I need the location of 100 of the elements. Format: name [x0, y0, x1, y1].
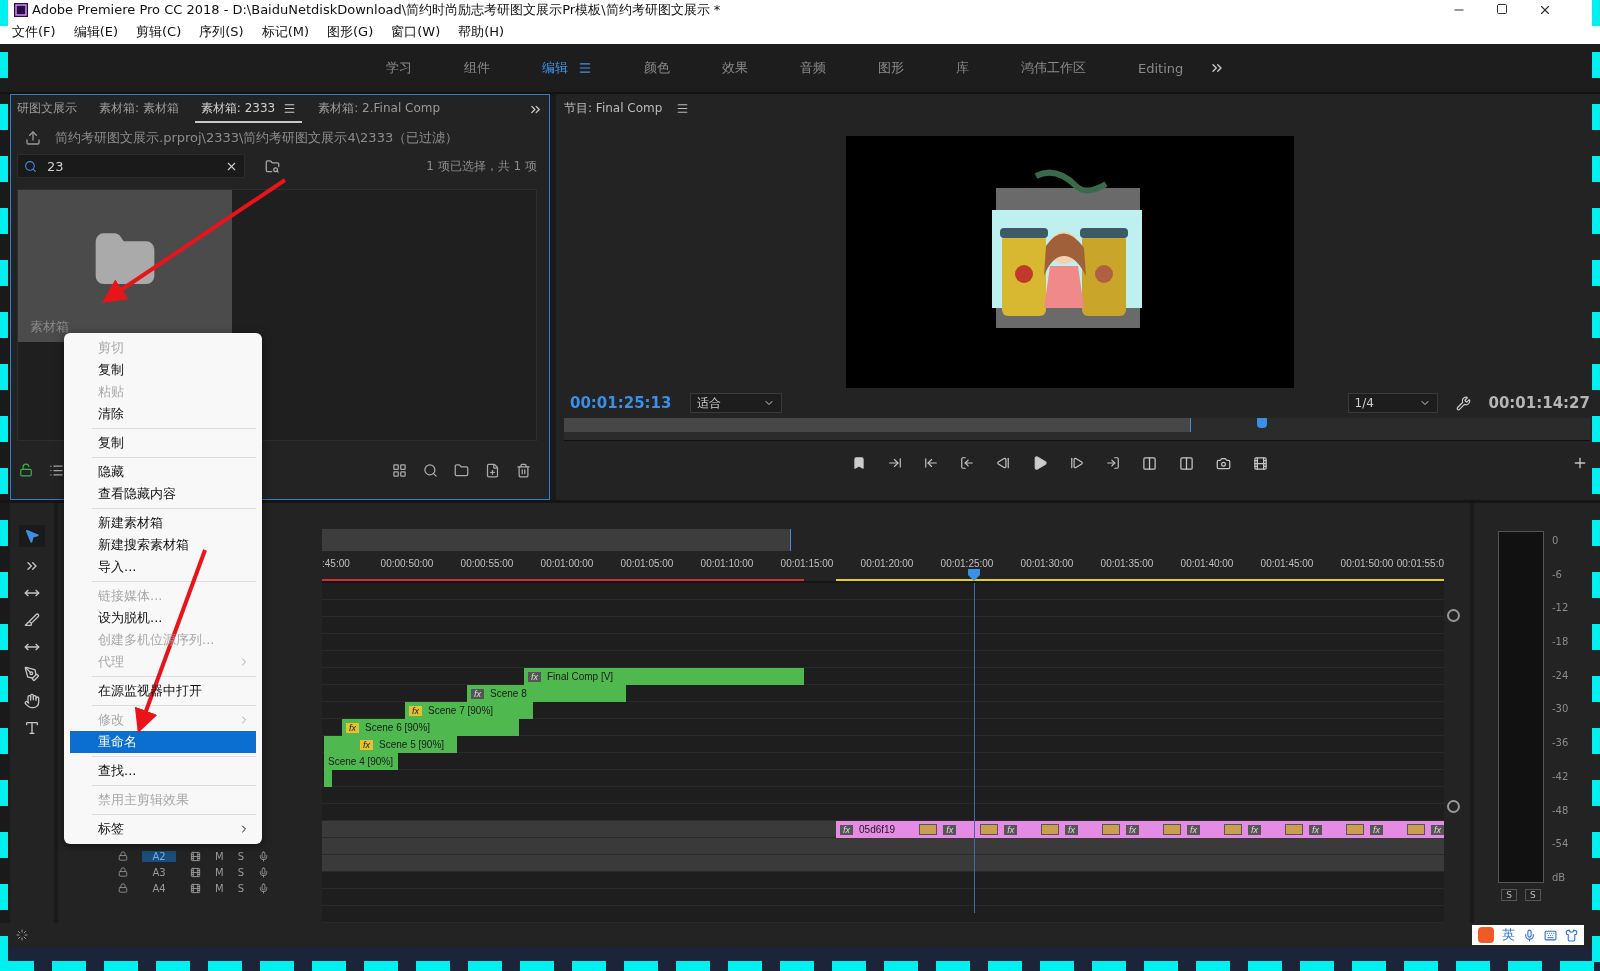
menu-item[interactable]: 编辑(E)	[73, 23, 118, 41]
workspace-tab[interactable]: 组件	[438, 59, 516, 77]
list-view-icon[interactable]	[49, 462, 64, 478]
menu-item[interactable]: 隐藏	[70, 461, 256, 483]
search-icon[interactable]	[423, 462, 438, 478]
camera-icon[interactable]	[1216, 455, 1231, 471]
new-bin-icon[interactable]	[454, 462, 469, 478]
mic-icon[interactable]	[1523, 928, 1536, 942]
menu-item[interactable]: 图形(G)	[327, 23, 374, 41]
solo-toggle[interactable]: S	[237, 882, 244, 894]
go-to-in-icon[interactable]	[960, 456, 974, 470]
sync-icon[interactable]	[190, 850, 201, 862]
resolution-dropdown[interactable]: 1/4	[1347, 393, 1438, 413]
lock-icon[interactable]	[118, 883, 128, 893]
menu-item[interactable]: 复制	[70, 432, 256, 454]
mic-icon[interactable]	[258, 866, 269, 878]
keyboard-icon[interactable]	[1544, 928, 1557, 942]
play-icon[interactable]	[1032, 455, 1048, 471]
workspace-tab[interactable]: 学习	[360, 59, 438, 77]
settings-icon[interactable]	[1455, 395, 1471, 411]
solo-button[interactable]: S	[1525, 889, 1541, 901]
extract-icon[interactable]	[1179, 455, 1194, 471]
ime-mode[interactable]: 英	[1502, 926, 1515, 944]
menu-item[interactable]: 查看隐藏内容	[70, 483, 256, 505]
clip[interactable]: fx Scene 7 [90%]	[405, 702, 533, 719]
menu-item[interactable]: 剪辑(C)	[136, 23, 182, 41]
menu-item[interactable]: 标签	[70, 818, 256, 840]
workspace-tab[interactable]: 库	[930, 59, 995, 77]
razor-icon[interactable]	[24, 612, 40, 628]
menu-item[interactable]: 设为脱机...	[70, 607, 256, 629]
workspace-tab[interactable]: 颜色	[618, 59, 696, 77]
menu-item[interactable]: 清除	[70, 403, 256, 425]
lock-icon[interactable]	[118, 851, 128, 861]
solo-button[interactable]: S	[1501, 889, 1517, 901]
add-icon[interactable]	[1572, 455, 1588, 471]
sync-icon[interactable]	[190, 866, 201, 878]
grid-view-icon[interactable]	[392, 462, 407, 478]
search-field[interactable]: 23	[17, 154, 245, 178]
panel-title[interactable]: 节目: Final Comp	[564, 99, 663, 117]
panel-tab[interactable]: 研图文展示	[11, 95, 83, 123]
menu-item[interactable]: 帮助(H)	[458, 23, 505, 41]
solo-toggle[interactable]: S	[237, 866, 244, 878]
zoom-dropdown[interactable]: 适合	[689, 393, 782, 413]
mute-toggle[interactable]: M	[215, 882, 224, 894]
clip[interactable]: fx Final Comp [V]	[524, 668, 804, 685]
compare-icon[interactable]	[1253, 455, 1268, 471]
menu-icon[interactable]	[283, 101, 297, 115]
playhead-handle[interactable]	[1256, 418, 1267, 428]
maximize-icon[interactable]	[1496, 3, 1508, 15]
scroll-handle[interactable]	[1446, 609, 1460, 622]
menu-item[interactable]: 文件(F)	[12, 23, 56, 41]
workspace-tab[interactable]: 效果	[696, 59, 774, 77]
scroll-handle[interactable]	[1446, 800, 1460, 813]
workspace-tab[interactable]: 音频	[774, 59, 852, 77]
close-icon[interactable]	[1538, 3, 1552, 17]
step-forward-icon[interactable]	[1070, 456, 1084, 470]
panel-tab[interactable]: 素材箱: 素材箱	[93, 95, 185, 123]
menu-item[interactable]: 复制	[70, 359, 256, 381]
menu-item[interactable]: 新建搜索素材箱	[70, 534, 256, 556]
clip[interactable]	[324, 770, 332, 787]
mute-toggle[interactable]: M	[215, 866, 224, 878]
clip[interactable]: fx Scene 5 [90%]	[324, 736, 457, 753]
mark-in-icon[interactable]	[888, 456, 902, 470]
marker-icon[interactable]	[852, 456, 866, 470]
panel-tab[interactable]: 素材箱: 2333	[194, 95, 303, 123]
track-name[interactable]: A3	[142, 866, 176, 878]
parent-folder-icon[interactable]	[25, 130, 41, 146]
clip[interactable]: fx 05d6f19 fx fx fx fx fx fx fx fx fx	[836, 821, 1444, 838]
clip[interactable]: fx Scene 6 [90%]	[342, 719, 519, 736]
lock-icon[interactable]	[19, 463, 33, 477]
go-to-out-icon[interactable]	[1106, 456, 1120, 470]
track-name[interactable]: A2	[142, 850, 176, 862]
delete-icon[interactable]	[516, 462, 531, 478]
lift-icon[interactable]	[1142, 455, 1157, 471]
search-bin-icon[interactable]	[265, 158, 280, 174]
panel-tab[interactable]: 素材箱: 2.Final Comp	[312, 95, 447, 123]
menu-item[interactable]: 导入...	[70, 556, 256, 578]
mic-icon[interactable]	[258, 850, 269, 862]
menu-item[interactable]: 重命名	[70, 731, 256, 753]
mark-out-icon[interactable]	[924, 456, 938, 470]
type-icon[interactable]	[24, 720, 40, 736]
new-item-icon[interactable]	[485, 462, 500, 478]
menu-item[interactable]: 序列(S)	[199, 23, 244, 41]
playhead-marker[interactable]	[968, 569, 980, 581]
skin-icon[interactable]	[1565, 928, 1578, 942]
clip[interactable]: fx Scene 8	[467, 685, 626, 702]
solo-toggle[interactable]: S	[237, 850, 244, 862]
menu-icon[interactable]	[676, 101, 690, 115]
pen-icon[interactable]	[24, 666, 40, 682]
menu-item[interactable]: 查找...	[70, 760, 256, 782]
sync-icon[interactable]	[190, 882, 201, 894]
clip[interactable]: Scene 4 [90%]	[324, 753, 398, 770]
workspace-tab[interactable]: 编辑	[516, 59, 618, 77]
hand-icon[interactable]	[24, 693, 40, 709]
menu-item[interactable]: 标记(M)	[261, 23, 309, 41]
lock-icon[interactable]	[118, 867, 128, 877]
workspace-tab[interactable]: 鸿伟工作区	[995, 59, 1112, 77]
menu-item[interactable]: 窗口(W)	[391, 23, 441, 41]
mic-icon[interactable]	[258, 882, 269, 894]
selection-tool[interactable]	[19, 525, 45, 547]
